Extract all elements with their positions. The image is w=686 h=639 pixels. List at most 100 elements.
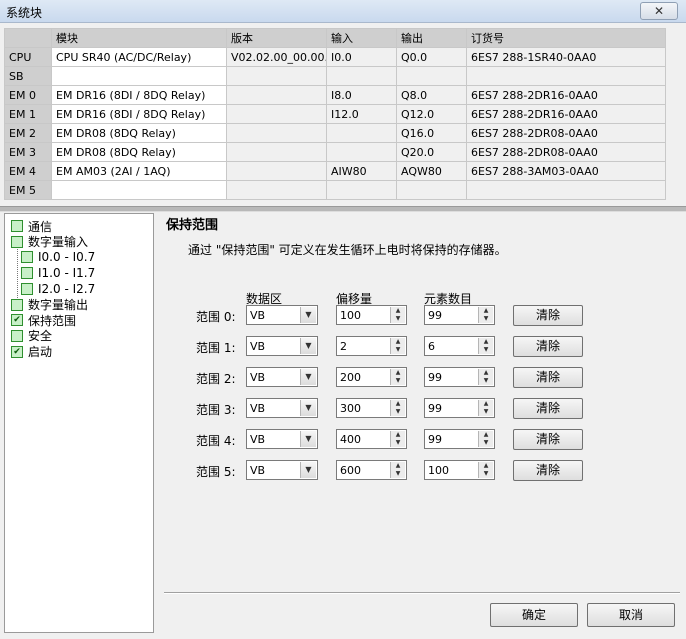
- spinner-arrows-icon[interactable]: ▲ ▼: [478, 369, 493, 385]
- table-row[interactable]: CPU CPU SR40 (AC/DC/Relay) V02.02.00_00.00…: [4, 47, 666, 67]
- nav-item[interactable]: ✔ 保持范围: [11, 312, 76, 328]
- offset-spinner[interactable]: 600 ▲ ▼: [336, 460, 407, 480]
- nav-item[interactable]: 数字量输入: [11, 234, 88, 250]
- version-cell[interactable]: [226, 85, 327, 105]
- spinner-arrows-icon[interactable]: ▲ ▼: [478, 400, 493, 416]
- clear-button[interactable]: 清除: [513, 460, 583, 481]
- module-cell[interactable]: EM DR08 (8DQ Relay): [51, 142, 227, 162]
- order-number-cell[interactable]: [466, 66, 666, 86]
- chevron-down-icon[interactable]: ▼: [300, 400, 316, 416]
- table-row[interactable]: EM 0 EM DR16 (8DI / 8DQ Relay) I8.0 Q8.0 6ES…: [4, 85, 666, 105]
- version-cell[interactable]: [226, 123, 327, 143]
- close-button[interactable]: ✕: [640, 2, 678, 20]
- input-cell[interactable]: I0.0: [326, 47, 397, 67]
- output-cell[interactable]: Q0.0: [396, 47, 467, 67]
- data-area-select[interactable]: VB ▼: [246, 460, 318, 480]
- input-cell[interactable]: [326, 180, 397, 200]
- count-spinner[interactable]: 99 ▲ ▼: [424, 398, 495, 418]
- ok-button[interactable]: 确定: [490, 603, 578, 627]
- version-cell[interactable]: [226, 142, 327, 162]
- count-spinner[interactable]: 99 ▲ ▼: [424, 429, 495, 449]
- clear-button[interactable]: 清除: [513, 336, 583, 357]
- nav-item[interactable]: 安全: [11, 328, 52, 344]
- module-cell[interactable]: EM DR16 (8DI / 8DQ Relay): [51, 85, 227, 105]
- spinner-arrows-icon[interactable]: ▲ ▼: [478, 338, 493, 354]
- clear-button[interactable]: 清除: [513, 398, 583, 419]
- spinner-arrows-icon[interactable]: ▲ ▼: [390, 462, 405, 478]
- spinner-arrows-icon[interactable]: ▲ ▼: [390, 400, 405, 416]
- order-number-cell[interactable]: 6ES7 288-2DR08-0AA0: [466, 142, 666, 162]
- nav-item[interactable]: I2.0 - I2.7: [21, 281, 95, 297]
- version-cell[interactable]: [226, 161, 327, 181]
- chevron-down-icon[interactable]: ▼: [300, 307, 316, 323]
- offset-spinner[interactable]: 100 ▲ ▼: [336, 305, 407, 325]
- version-cell[interactable]: [226, 66, 327, 86]
- chevron-down-icon[interactable]: ▼: [300, 338, 316, 354]
- table-row[interactable]: SB: [4, 66, 666, 86]
- clear-button[interactable]: 清除: [513, 429, 583, 450]
- nav-item[interactable]: I0.0 - I0.7: [21, 249, 95, 265]
- spinner-arrows-icon[interactable]: ▲ ▼: [390, 431, 405, 447]
- cancel-button[interactable]: 取消: [587, 603, 675, 627]
- module-cell[interactable]: [51, 66, 227, 86]
- version-cell[interactable]: [226, 104, 327, 124]
- spinner-arrows-icon[interactable]: ▲ ▼: [390, 338, 405, 354]
- order-number-cell[interactable]: 6ES7 288-2DR16-0AA0: [466, 104, 666, 124]
- input-cell[interactable]: I8.0: [326, 85, 397, 105]
- output-cell[interactable]: AQW80: [396, 161, 467, 181]
- nav-item[interactable]: ✔ 启动: [11, 344, 52, 360]
- output-cell[interactable]: Q8.0: [396, 85, 467, 105]
- data-area-select[interactable]: VB ▼: [246, 429, 318, 449]
- output-cell[interactable]: [396, 180, 467, 200]
- count-spinner[interactable]: 99 ▲ ▼: [424, 367, 495, 387]
- data-area-select[interactable]: VB ▼: [246, 305, 318, 325]
- version-cell[interactable]: V02.02.00_00.00...: [226, 47, 327, 67]
- output-cell[interactable]: Q12.0: [396, 104, 467, 124]
- spinner-arrows-icon[interactable]: ▲ ▼: [478, 431, 493, 447]
- spinner-arrows-icon[interactable]: ▲ ▼: [478, 307, 493, 323]
- clear-button[interactable]: 清除: [513, 305, 583, 326]
- output-cell[interactable]: Q16.0: [396, 123, 467, 143]
- order-number-cell[interactable]: 6ES7 288-2DR08-0AA0: [466, 123, 666, 143]
- chevron-down-icon[interactable]: ▼: [300, 462, 316, 478]
- count-spinner[interactable]: 6 ▲ ▼: [424, 336, 495, 356]
- chevron-down-icon[interactable]: ▼: [300, 431, 316, 447]
- table-row[interactable]: EM 5: [4, 180, 666, 200]
- spinner-arrows-icon[interactable]: ▲ ▼: [390, 369, 405, 385]
- offset-spinner[interactable]: 300 ▲ ▼: [336, 398, 407, 418]
- output-cell[interactable]: [396, 66, 467, 86]
- module-cell[interactable]: CPU SR40 (AC/DC/Relay): [51, 47, 227, 67]
- count-spinner[interactable]: 99 ▲ ▼: [424, 305, 495, 325]
- module-cell[interactable]: EM DR16 (8DI / 8DQ Relay): [51, 104, 227, 124]
- offset-spinner[interactable]: 2 ▲ ▼: [336, 336, 407, 356]
- input-cell[interactable]: [326, 123, 397, 143]
- count-spinner[interactable]: 100 ▲ ▼: [424, 460, 495, 480]
- input-cell[interactable]: [326, 66, 397, 86]
- nav-item[interactable]: I1.0 - I1.7: [21, 265, 95, 281]
- order-number-cell[interactable]: [466, 180, 666, 200]
- clear-button[interactable]: 清除: [513, 367, 583, 388]
- order-number-cell[interactable]: 6ES7 288-3AM03-0AA0: [466, 161, 666, 181]
- table-row[interactable]: EM 2 EM DR08 (8DQ Relay) Q16.0 6ES7 288-2DR…: [4, 123, 666, 143]
- input-cell[interactable]: [326, 142, 397, 162]
- data-area-select[interactable]: VB ▼: [246, 336, 318, 356]
- table-row[interactable]: EM 4 EM AM03 (2AI / 1AQ) AIW80 AQW80 6ES7 28…: [4, 161, 666, 181]
- data-area-select[interactable]: VB ▼: [246, 367, 318, 387]
- chevron-down-icon[interactable]: ▼: [300, 369, 316, 385]
- table-row[interactable]: EM 1 EM DR16 (8DI / 8DQ Relay) I12.0 Q12.0 6…: [4, 104, 666, 124]
- module-cell[interactable]: [51, 180, 227, 200]
- splitter[interactable]: [0, 206, 686, 212]
- table-row[interactable]: EM 3 EM DR08 (8DQ Relay) Q20.0 6ES7 288-2DR…: [4, 142, 666, 162]
- spinner-arrows-icon[interactable]: ▲ ▼: [478, 462, 493, 478]
- output-cell[interactable]: Q20.0: [396, 142, 467, 162]
- module-cell[interactable]: EM DR08 (8DQ Relay): [51, 123, 227, 143]
- order-number-cell[interactable]: 6ES7 288-1SR40-0AA0: [466, 47, 666, 67]
- input-cell[interactable]: I12.0: [326, 104, 397, 124]
- nav-item[interactable]: 数字量输出: [11, 297, 88, 313]
- module-cell[interactable]: EM AM03 (2AI / 1AQ): [51, 161, 227, 181]
- data-area-select[interactable]: VB ▼: [246, 398, 318, 418]
- spinner-arrows-icon[interactable]: ▲ ▼: [390, 307, 405, 323]
- nav-item[interactable]: 通信: [11, 218, 52, 234]
- order-number-cell[interactable]: 6ES7 288-2DR16-0AA0: [466, 85, 666, 105]
- offset-spinner[interactable]: 400 ▲ ▼: [336, 429, 407, 449]
